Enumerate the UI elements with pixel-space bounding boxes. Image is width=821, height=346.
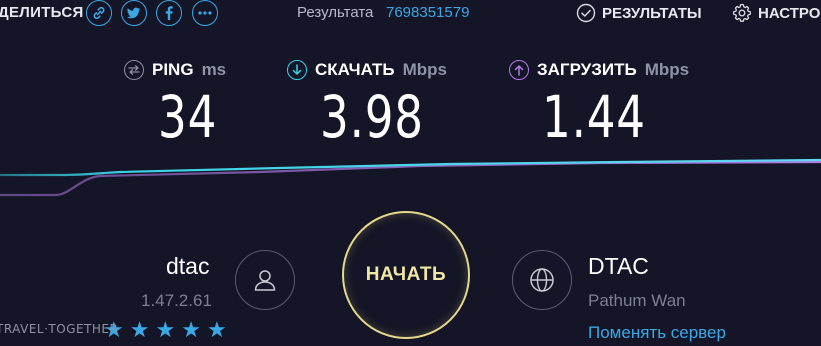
rating-star-icon[interactable]: ★ (130, 319, 150, 341)
upload-value: 1.44 (542, 83, 646, 151)
results-link-label: РЕЗУЛЬТАТЫ (602, 4, 702, 22)
ping-value: 34 (158, 83, 218, 151)
ping-unit: ms (201, 60, 227, 79)
download-header: СКАЧАТЬ Mbps (287, 60, 447, 80)
globe-icon (530, 268, 554, 292)
download-graph-line (0, 158, 821, 177)
download-icon (287, 60, 307, 80)
speed-graph (0, 158, 821, 197)
rating-star-icon[interactable]: ★ (207, 319, 227, 341)
upload-header: ЗАГРУЗИТЬ Mbps (509, 60, 689, 80)
settings-link[interactable]: НАСТРО (732, 3, 820, 23)
server-location: Pathum Wan (588, 291, 686, 310)
result-id-link[interactable]: 7698351579 (386, 4, 469, 21)
more-icon (198, 11, 212, 15)
ping-label: PING (152, 60, 194, 79)
isp-ip: 1.47.2.61 (141, 291, 212, 310)
facebook-icon (165, 6, 173, 20)
settings-link-label: НАСТРО (758, 4, 821, 22)
result-label: Результата (297, 4, 374, 21)
share-facebook-button[interactable] (156, 0, 182, 26)
gear-icon (733, 3, 751, 22)
watermark: TRAVEL·TOGETHER (0, 322, 119, 336)
upload-icon (509, 60, 529, 80)
share-more-button[interactable] (192, 0, 218, 26)
ping-icon (124, 60, 144, 80)
server-button[interactable] (512, 250, 572, 310)
results-link[interactable]: РЕЗУЛЬТАТЫ (576, 3, 702, 23)
change-server-link[interactable]: Поменять сервер (588, 323, 726, 343)
ping-header: PING ms (124, 60, 226, 80)
share-twitter-button[interactable] (121, 0, 147, 26)
upload-graph-line (0, 160, 821, 197)
upload-unit: Mbps (644, 60, 690, 79)
share-link-button[interactable] (86, 0, 112, 26)
download-label: СКАЧАТЬ (315, 60, 395, 79)
check-circle-icon (576, 3, 596, 23)
share-label: ДЕЛИТЬСЯ (0, 4, 84, 21)
server-name: DTAC (588, 253, 649, 279)
link-icon (93, 6, 105, 20)
user-profile-button[interactable] (235, 250, 295, 310)
isp-name: dtac (166, 253, 210, 279)
start-test-button[interactable]: НАЧАТЬ (342, 211, 470, 339)
user-icon (254, 270, 276, 291)
upload-label: ЗАГРУЗИТЬ (537, 60, 637, 79)
isp-rating[interactable]: ★ ★ ★ ★ ★ (104, 319, 227, 341)
rating-star-icon[interactable]: ★ (181, 319, 201, 341)
download-unit: Mbps (402, 60, 448, 79)
rating-star-icon[interactable]: ★ (155, 319, 175, 341)
twitter-icon (127, 7, 140, 19)
download-value: 3.98 (320, 83, 424, 151)
